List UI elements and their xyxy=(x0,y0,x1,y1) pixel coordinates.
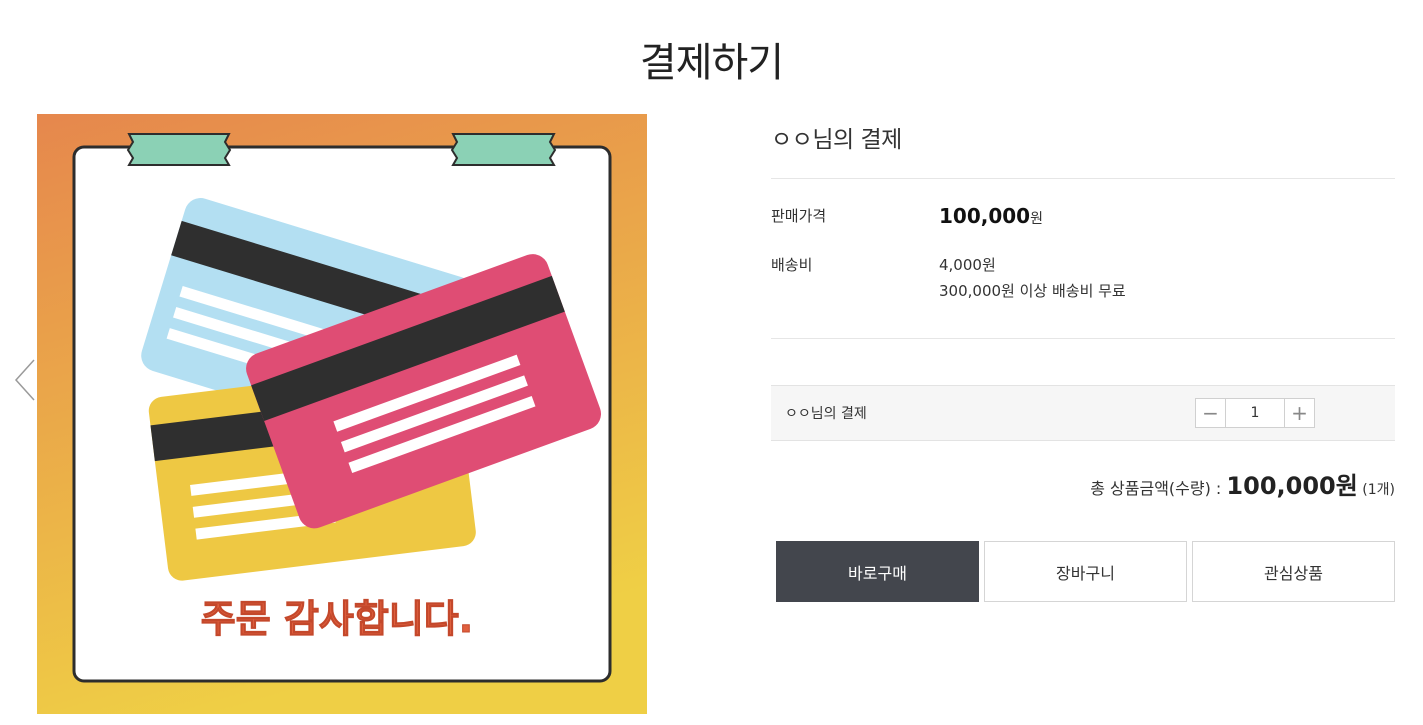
thank-you-banner: 주문 감사합니다. xyxy=(201,597,473,641)
quantity-minus-button[interactable]: − xyxy=(1196,399,1226,427)
page-title: 결제하기 xyxy=(639,40,784,86)
wishlist-button[interactable]: 관심상품 xyxy=(1192,541,1395,602)
action-buttons: 바로구매 장바구니 관심상품 xyxy=(776,541,1395,602)
product-info: ㅇㅇ님의 결제 판매가격 100,000원 배송비 4,000원 300,000… xyxy=(771,114,1395,339)
product-name: ㅇㅇ님의 결제 xyxy=(771,127,902,153)
buy-now-button[interactable]: 바로구매 xyxy=(776,541,979,602)
price-unit: 원 xyxy=(1030,211,1043,227)
shipping-note: 300,000원 이상 배송비 무료 xyxy=(939,282,1126,300)
total-amount: 100,000원 xyxy=(1226,472,1358,500)
shipping-fee: 4,000원 xyxy=(939,256,996,274)
spec-table: 판매가격 100,000원 배송비 4,000원 300,000원 이상 배송비… xyxy=(771,179,1395,338)
product-gallery: 주문 감사합니다. xyxy=(14,114,669,714)
prev-arrow-icon[interactable] xyxy=(14,358,38,402)
option-row: ㅇㅇ님의 결제 − + xyxy=(771,385,1395,441)
total-price: 총 상품금액(수량) : 100,000원 (1개) xyxy=(771,466,1395,501)
quantity-stepper: − + xyxy=(1195,398,1315,428)
shipping-value: 4,000원 300,000원 이상 배송비 무료 xyxy=(939,252,1126,304)
next-arrow-icon[interactable] xyxy=(645,358,669,402)
product-image: 주문 감사합니다. xyxy=(37,114,647,714)
price-amount: 100,000 xyxy=(939,204,1031,228)
tape-left xyxy=(126,133,232,166)
quantity-plus-button[interactable]: + xyxy=(1284,399,1314,427)
divider xyxy=(771,338,1395,339)
shipping-label: 배송비 xyxy=(771,256,813,274)
total-label: 총 상품금액(수량) : xyxy=(1090,479,1227,498)
quantity-input[interactable] xyxy=(1226,399,1284,427)
total-quantity: (1개) xyxy=(1357,482,1395,498)
price-row: 판매가격 100,000원 xyxy=(771,203,1395,232)
option-name: ㅇㅇ님의 결제 xyxy=(785,406,867,422)
shipping-row: 배송비 4,000원 300,000원 이상 배송비 무료 xyxy=(771,252,1395,304)
price-label: 판매가격 xyxy=(771,207,827,225)
add-to-cart-button[interactable]: 장바구니 xyxy=(984,541,1187,602)
tape-right xyxy=(450,133,557,166)
price-value: 100,000원 xyxy=(939,203,1043,232)
